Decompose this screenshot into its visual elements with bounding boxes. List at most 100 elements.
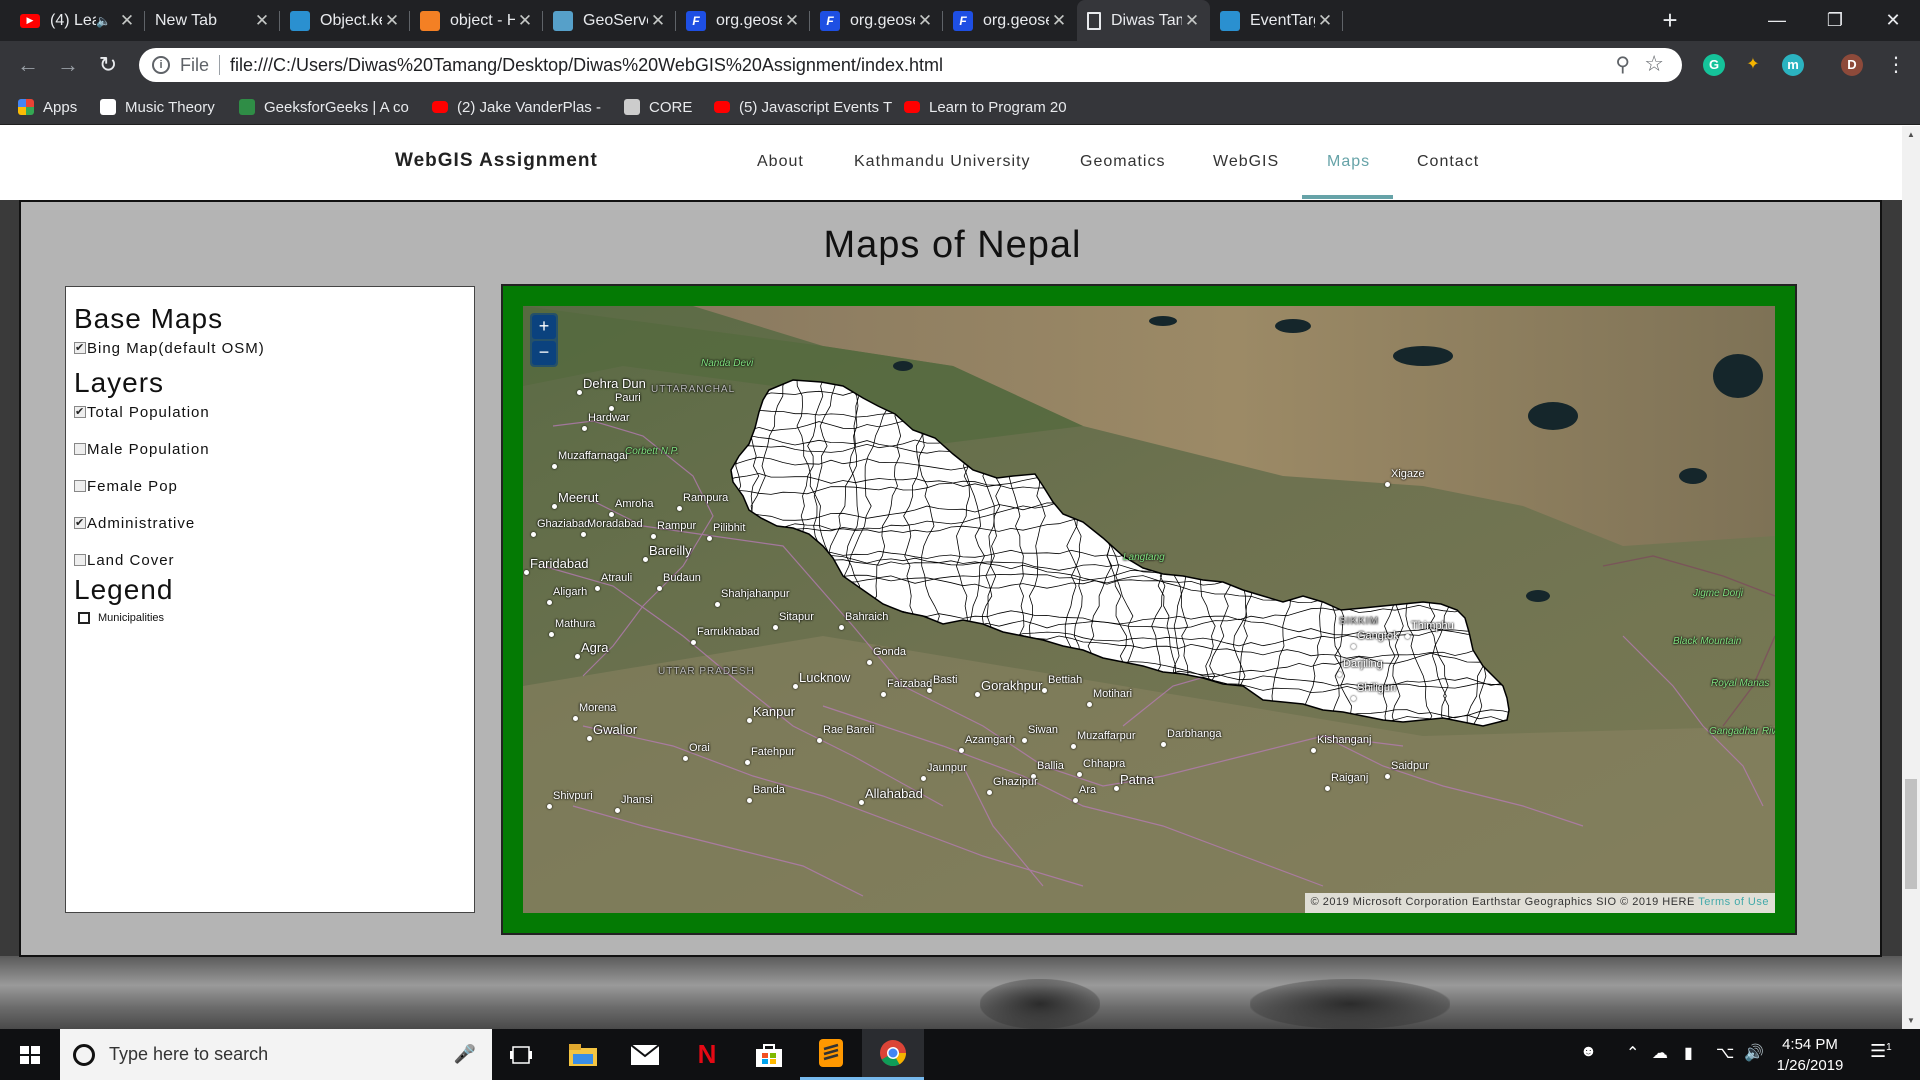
battery-icon[interactable]: ▮	[1684, 1043, 1693, 1063]
mail-icon[interactable]	[614, 1029, 676, 1080]
map-place-label: Rampur	[657, 520, 697, 532]
checkbox-icon[interactable]: ✔	[74, 406, 86, 418]
checkbox-layer-male-population[interactable]: Male Population	[74, 439, 474, 459]
close-tab-icon[interactable]: ✕	[1315, 11, 1335, 31]
checkbox-icon[interactable]	[74, 480, 86, 492]
address-bar[interactable]: i File file:///C:/Users/Diwas%20Tamang/D…	[139, 48, 1682, 82]
close-tab-icon[interactable]: ✕	[915, 11, 935, 31]
bookmark-favicon	[432, 101, 448, 113]
nav-kathmandu-university[interactable]: Kathmandu University	[854, 153, 1031, 171]
show-hidden-icons[interactable]: ⌃	[1626, 1043, 1639, 1063]
url-text[interactable]: file:///C:/Users/Diwas%20Tamang/Desktop/…	[230, 55, 943, 76]
zoom-out-button[interactable]: −	[532, 341, 556, 365]
browser-tab[interactable]: Forg.geoserv✕	[676, 0, 810, 41]
people-icon[interactable]: ☻	[1580, 1043, 1597, 1061]
web-page: WebGIS Assignment About Kathmandu Univer…	[0, 126, 1902, 1029]
bookmark-star-icon[interactable]: ☆	[1644, 51, 1664, 77]
legend-label: Municipalities	[98, 612, 165, 624]
checkbox-icon[interactable]: ✔	[74, 517, 86, 529]
scroll-thumb[interactable]	[1905, 779, 1917, 889]
bookmark-label: Learn to Program 20	[929, 98, 1067, 116]
checkbox-icon[interactable]: ✔	[74, 342, 86, 354]
checkbox-layer-female-pop[interactable]: Female Pop	[74, 476, 474, 496]
close-tab-icon[interactable]: ✕	[782, 11, 802, 31]
browser-tab[interactable]: GeoServer: S✕	[543, 0, 676, 41]
browser-tab[interactable]: New Tab ✕	[145, 0, 280, 41]
map-place-label: Banda	[753, 784, 785, 796]
microphone-icon[interactable]: 🎤	[454, 1044, 476, 1065]
bookmark-item[interactable]: CORE	[624, 95, 692, 119]
browser-tab[interactable]: Diwas Taman✕	[1077, 0, 1210, 41]
extension-icon[interactable]: ✦	[1742, 54, 1764, 76]
nav-geomatics[interactable]: Geomatics	[1080, 153, 1165, 171]
menu-icon[interactable]: ⋮	[1880, 49, 1912, 81]
browser-tab[interactable]: ▶ (4) Leavi🔈 ✕	[10, 0, 145, 41]
forward-icon[interactable]: →	[52, 49, 84, 81]
checkbox-bing-map[interactable]: ✔ Bing Map(default OSM)	[74, 338, 474, 358]
zoom-icon[interactable]: ⚲	[1615, 52, 1630, 77]
restore-button[interactable]: ❐	[1806, 0, 1864, 41]
system-clock[interactable]: 4:54 PM 1/26/2019	[1760, 1034, 1860, 1076]
notifications-icon[interactable]: ☰1	[1870, 1041, 1892, 1062]
info-icon[interactable]: i	[152, 56, 170, 74]
nav-contact[interactable]: Contact	[1417, 153, 1479, 171]
bookmark-item[interactable]: (5) Javascript Events T	[714, 95, 892, 119]
task-view-icon[interactable]	[490, 1029, 552, 1080]
terms-of-use-link[interactable]: Terms of Use	[1698, 896, 1769, 908]
new-tab-button[interactable]: +	[1655, 6, 1685, 36]
wifi-icon[interactable]: ⌥	[1716, 1043, 1734, 1063]
site-brand[interactable]: WebGIS Assignment	[395, 150, 598, 172]
onedrive-icon[interactable]: ☁	[1652, 1043, 1668, 1063]
close-tab-icon[interactable]: ✕	[117, 11, 137, 31]
map-viewport[interactable]: + − Dehra Dun Pauri UTTARANCHAL Hardwar Muza…	[523, 306, 1775, 913]
profile-avatar[interactable]: D	[1841, 54, 1863, 76]
browser-tab[interactable]: Forg.geoserv✕	[810, 0, 943, 41]
bookmark-item[interactable]: Music Theory	[100, 95, 215, 119]
tab-title: object - How	[450, 11, 515, 29]
browser-tab[interactable]: object - How✕	[410, 0, 543, 41]
netflix-icon[interactable]: N	[676, 1029, 738, 1080]
store-icon[interactable]	[738, 1029, 800, 1080]
checkbox-icon[interactable]	[74, 443, 86, 455]
sublime-text-icon[interactable]	[800, 1029, 862, 1080]
close-window-button[interactable]: ✕	[1864, 0, 1920, 41]
page-scrollbar[interactable]: ▲ ▼	[1902, 126, 1920, 1029]
map-place-label: SIKKIM	[1339, 616, 1379, 627]
checkbox-layer-land-cover[interactable]: Land Cover	[74, 550, 474, 570]
close-tab-icon[interactable]: ✕	[382, 11, 402, 31]
scroll-down-icon[interactable]: ▼	[1902, 1012, 1920, 1029]
checkbox-layer-administrative[interactable]: ✔ Administrative	[74, 513, 474, 533]
minimize-button[interactable]: —	[1748, 0, 1806, 41]
browser-tab[interactable]: Forg.geoserv✕	[943, 0, 1077, 41]
close-tab-icon[interactable]: ✕	[1049, 11, 1069, 31]
close-tab-icon[interactable]: ✕	[1182, 11, 1202, 31]
taskbar-search-box[interactable]: Type here to search 🎤	[60, 1029, 492, 1080]
extension-m-icon[interactable]: m	[1782, 54, 1804, 76]
map-city-marker	[927, 688, 932, 693]
back-icon[interactable]: ←	[12, 49, 44, 81]
nav-webgis[interactable]: WebGIS	[1213, 153, 1279, 171]
close-tab-icon[interactable]: ✕	[252, 11, 272, 31]
windows-start-button[interactable]	[0, 1029, 60, 1080]
background-tree	[1250, 979, 1450, 1029]
bookmark-item[interactable]: Learn to Program 20	[904, 95, 1067, 119]
nav-about[interactable]: About	[757, 153, 804, 171]
chrome-icon[interactable]	[862, 1029, 924, 1080]
close-tab-icon[interactable]: ✕	[515, 11, 535, 31]
file-explorer-icon[interactable]	[552, 1029, 614, 1080]
bookmark-item[interactable]: (2) Jake VanderPlas -	[432, 95, 601, 119]
scroll-up-icon[interactable]: ▲	[1902, 126, 1920, 143]
grammarly-icon[interactable]: G	[1703, 54, 1725, 76]
nav-maps[interactable]: Maps	[1327, 153, 1370, 171]
zoom-in-button[interactable]: +	[532, 315, 556, 339]
reload-icon[interactable]: ↻	[92, 49, 124, 81]
browser-tab[interactable]: EventTarget.✕	[1210, 0, 1343, 41]
bookmark-item[interactable]: GeeksforGeeks | A co	[239, 95, 409, 119]
checkbox-icon[interactable]	[74, 554, 86, 566]
browser-tab[interactable]: Object.keys(✕	[280, 0, 410, 41]
bookmark-item[interactable]: Apps	[18, 95, 77, 119]
close-tab-icon[interactable]: ✕	[648, 11, 668, 31]
checkbox-layer-total-population[interactable]: ✔ Total Population	[74, 402, 474, 422]
audio-playing-icon[interactable]: 🔈	[96, 14, 111, 28]
map-frame: + − Dehra Dun Pauri UTTARANCHAL Hardwar Muza…	[501, 284, 1797, 935]
